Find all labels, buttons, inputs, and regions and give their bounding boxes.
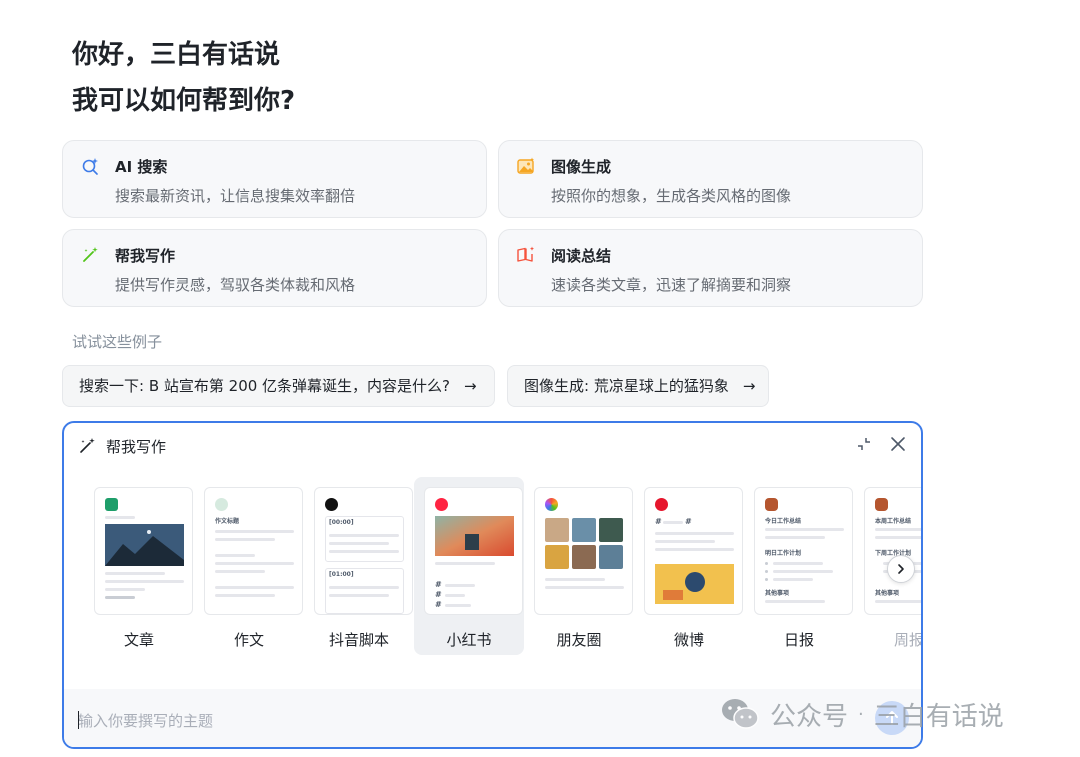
feature-desc: 速读各类文章，迅速了解摘要和洞察 [551, 276, 792, 294]
mountain-image [105, 524, 184, 566]
examples-label: 试试这些例子 [72, 333, 163, 351]
weibo-icon [655, 498, 668, 511]
calendar-icon [875, 498, 888, 511]
template-thumbnail [534, 487, 633, 615]
illustration-image [655, 564, 734, 604]
magic-pen-icon [83, 247, 98, 262]
arrow-right-icon: → [464, 377, 477, 395]
template-thumbnail: # # [644, 487, 743, 615]
next-arrow-button[interactable] [887, 555, 915, 583]
topic-input[interactable] [78, 709, 718, 733]
collapse-icon[interactable] [855, 435, 873, 453]
wechat-icon [722, 699, 759, 729]
template-douyin-script[interactable]: [00:00] [01:00] 抖音脚本 [304, 477, 414, 655]
template-name: 日报 [783, 631, 814, 649]
template-article[interactable]: 文章 [84, 477, 194, 655]
template-name: 文章 [123, 631, 154, 649]
template-name: 微博 [673, 631, 704, 649]
greeting-line1: 你好，三白有话说 [72, 40, 281, 70]
feature-card-image-generation[interactable]: 图像生成 按照你的想象，生成各类风格的图像 [498, 140, 923, 218]
template-thumbnail: 本周工作总结 下周工作计划 其他事项 [864, 487, 921, 615]
chevron-right-icon [898, 564, 904, 574]
template-thumbnail: 作文标题 [204, 487, 303, 615]
panel-title: 帮我写作 [106, 437, 167, 456]
watermark-author: 三白有话说 [873, 701, 1004, 732]
template-list: 文章 作文标题 作文 [00:00] [01:00] 抖音脚本 # # # 小红… [84, 477, 923, 657]
xiaohongshu-icon [435, 498, 448, 511]
template-xiaohongshu[interactable]: # # # 小红书 [414, 477, 524, 655]
feature-card-writing[interactable]: 帮我写作 提供写作灵感，驾驭各类体裁和风格 [62, 229, 487, 307]
template-name: 小红书 [446, 631, 492, 649]
feature-desc: 按照你的想象，生成各类风格的图像 [551, 187, 792, 205]
cover-image [435, 516, 514, 556]
watermark-dot: · [858, 703, 864, 725]
template-weibo[interactable]: # # 微博 [634, 477, 744, 655]
template-thumbnail: # # # [424, 487, 523, 615]
doc-icon [105, 498, 118, 511]
template-thumbnail: 今日工作总结 明日工作计划 其他事项 [754, 487, 853, 615]
ai-search-icon [82, 158, 98, 175]
greeting: 你好，三白有话说 我可以如何帮到你? [72, 38, 295, 118]
template-moments[interactable]: 朋友圈 [524, 477, 634, 655]
magic-pen-icon [80, 438, 95, 453]
template-name: 周报 [893, 631, 923, 649]
moments-icon [545, 498, 558, 511]
example-chip-search[interactable]: 搜索一下: B 站宣布第 200 亿条弹幕诞生，内容是什么? → [62, 365, 495, 407]
feature-card-ai-search[interactable]: AI 搜索 搜索最新资讯，让信息搜集效率翻倍 [62, 140, 487, 218]
calendar-icon [765, 498, 778, 511]
watermark: 公众号 · 三白有话说 [720, 694, 1004, 734]
panel-header: 帮我写作 [78, 435, 166, 457]
greeting-line2: 我可以如何帮到你? [72, 86, 296, 116]
tiktok-icon [325, 498, 338, 511]
template-name: 朋友圈 [556, 631, 602, 649]
template-daily-report[interactable]: 今日工作总结 明日工作计划 其他事项 日报 [744, 477, 854, 655]
pen-icon [215, 498, 228, 511]
feature-title: 阅读总结 [551, 247, 612, 265]
example-text: 搜索一下: B 站宣布第 200 亿条弹幕诞生，内容是什么? [79, 377, 451, 395]
example-chip-image[interactable]: 图像生成: 荒凉星球上的猛犸象 → [507, 365, 769, 407]
close-icon[interactable] [889, 435, 907, 453]
feature-title: 帮我写作 [115, 247, 176, 265]
feature-title: AI 搜索 [115, 158, 168, 176]
template-name: 抖音脚本 [328, 631, 389, 649]
template-name: 作文 [233, 631, 264, 649]
feature-desc: 搜索最新资讯，让信息搜集效率翻倍 [115, 187, 356, 205]
feature-title: 图像生成 [551, 158, 612, 176]
watermark-text: 公众号 [770, 701, 849, 732]
feature-desc: 提供写作灵感，驾驭各类体裁和风格 [115, 276, 356, 294]
example-text: 图像生成: 荒凉星球上的猛犸象 [524, 377, 729, 395]
image-icon [517, 157, 534, 174]
template-thumbnail [94, 487, 193, 615]
template-thumbnail: [00:00] [01:00] [314, 487, 413, 615]
arrow-right-icon: → [742, 377, 756, 395]
template-essay[interactable]: 作文标题 作文 [194, 477, 304, 655]
text-caret [78, 711, 79, 729]
feature-card-reading-summary[interactable]: 阅读总结 速读各类文章，迅速了解摘要和洞察 [498, 229, 923, 307]
panel-actions [855, 435, 907, 453]
book-icon [517, 246, 534, 262]
